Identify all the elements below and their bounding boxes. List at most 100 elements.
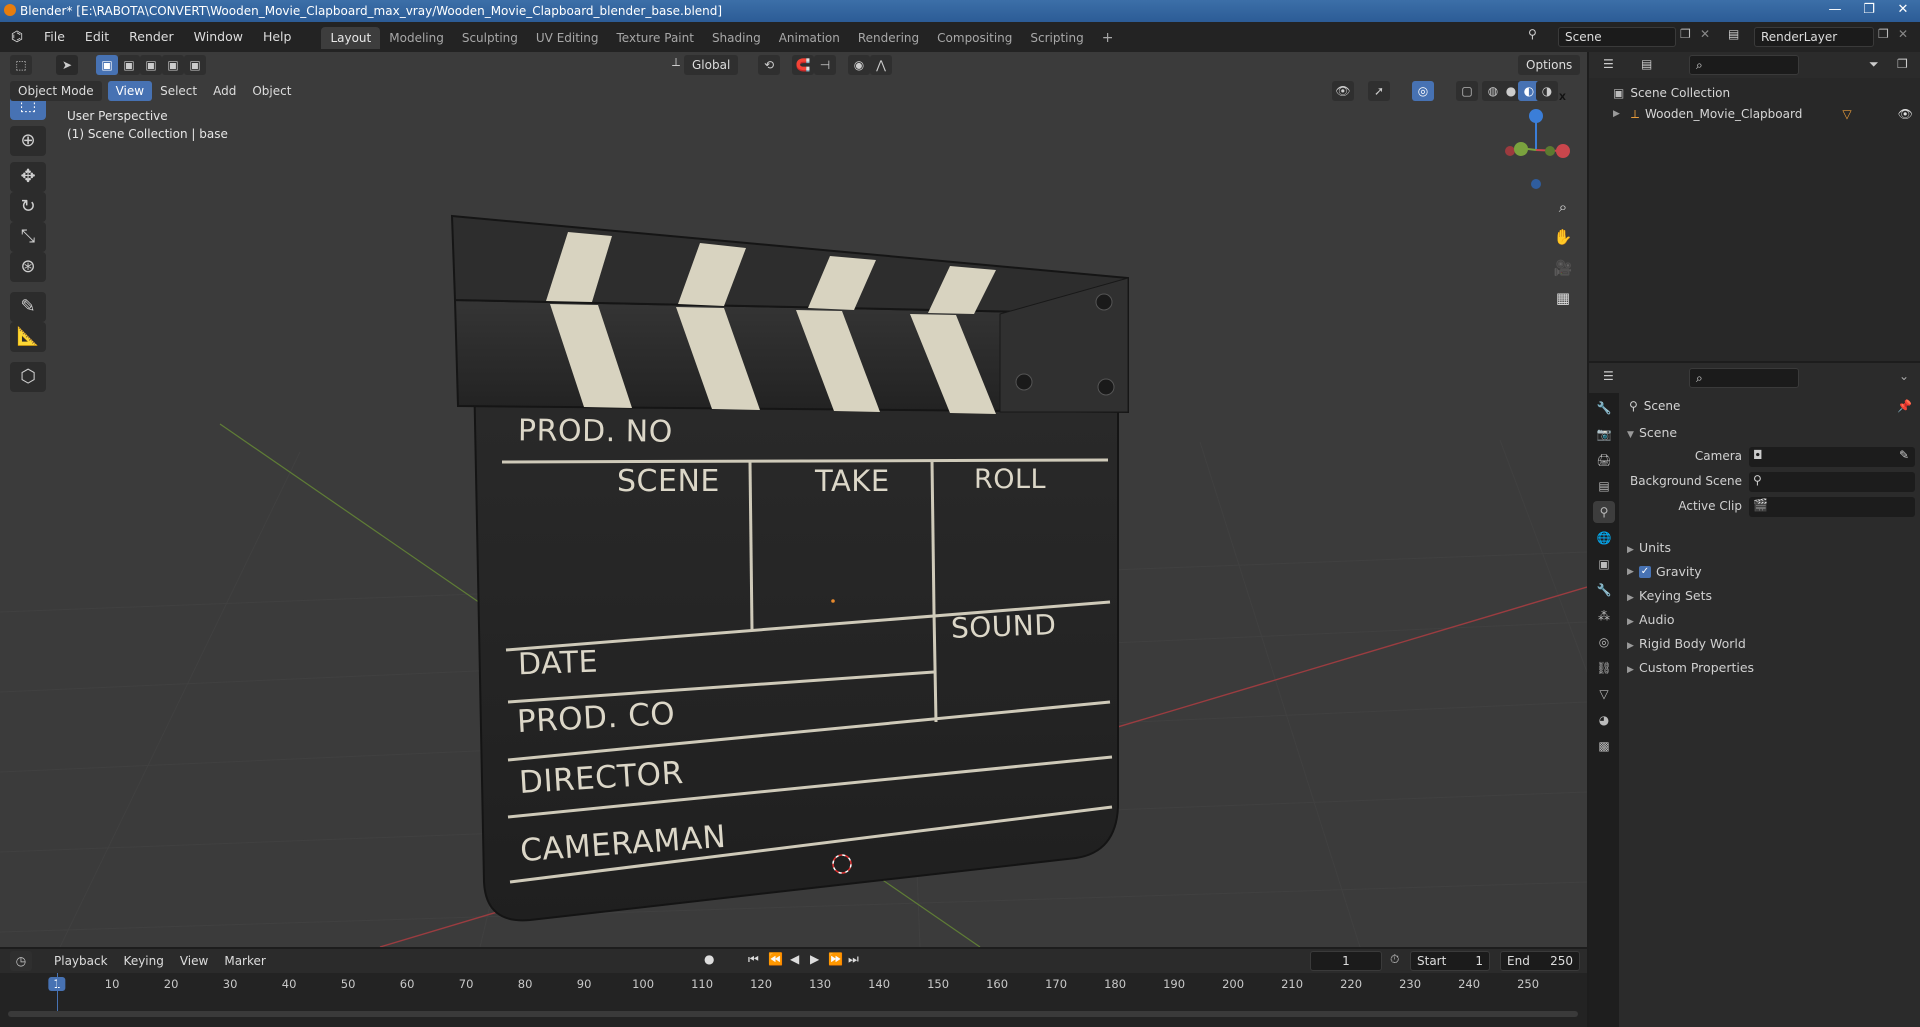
annotate-tool[interactable]: ✎: [10, 292, 46, 322]
record-icon[interactable]: ●: [704, 952, 714, 966]
outliner-editor-icon[interactable]: ☰: [1603, 57, 1614, 71]
new-collection-icon[interactable]: ❐: [1897, 57, 1908, 71]
clock-icon[interactable]: ⏱: [1390, 952, 1399, 967]
eyedropper-icon[interactable]: ✎: [1899, 448, 1909, 462]
gravity-panel-header[interactable]: ▶ ✓ Gravity: [1627, 564, 1702, 579]
keying-sets-panel-header[interactable]: ▶ Keying Sets: [1627, 588, 1712, 603]
data-tab-icon[interactable]: ▽: [1593, 683, 1615, 705]
measure-tool[interactable]: 📐: [10, 322, 46, 352]
new-scene-icon[interactable]: ❐: [1680, 27, 1691, 41]
timeline-editor-icon[interactable]: ◷: [10, 951, 32, 971]
select-subtract-icon[interactable]: ▣: [140, 55, 162, 75]
menu-file[interactable]: File: [34, 22, 75, 52]
select-intersect-icon[interactable]: ▣: [184, 55, 206, 75]
properties-editor-icon[interactable]: ☰: [1603, 369, 1614, 383]
editor-type-icon[interactable]: ⬚: [10, 55, 32, 75]
background-scene-field[interactable]: ⚲: [1749, 472, 1915, 492]
rotate-tool[interactable]: ↻: [10, 192, 46, 222]
proportional-edit-icon[interactable]: ◉: [848, 55, 870, 75]
collapse-icon[interactable]: ⌄: [1899, 369, 1909, 383]
scene-tab-icon[interactable]: ⚲: [1593, 501, 1615, 523]
units-panel-header[interactable]: ▶ Units: [1627, 540, 1671, 555]
menu-window[interactable]: Window: [184, 22, 253, 52]
properties-search-input[interactable]: ⌕: [1689, 368, 1799, 388]
properties-panel[interactable]: ☰ ⌕ ⌄ 🔧 📷 🖨 ▤ ⚲ 🌐 ▣ 🔧 ⁂ ◎ ⛓ ▽ ◕ ▩ ⚲ Scen…: [1589, 363, 1920, 1027]
active-clip-field[interactable]: 🎬: [1749, 497, 1915, 517]
menu-edit[interactable]: Edit: [75, 22, 119, 52]
gravity-checkbox[interactable]: ✓: [1639, 565, 1651, 578]
jump-end-icon[interactable]: ⏭: [848, 952, 859, 967]
delete-layer-icon[interactable]: ✕: [1898, 27, 1908, 41]
timeline-area[interactable]: 1102030405060708090100110120130140150160…: [0, 973, 1587, 1027]
select-menu[interactable]: Select: [152, 81, 205, 101]
scale-tool[interactable]: ⤡: [10, 222, 46, 252]
keying-menu[interactable]: Keying: [116, 951, 172, 971]
select-extend-icon[interactable]: ▣: [118, 55, 140, 75]
gizmo-toggle-icon[interactable]: ➚: [1368, 81, 1390, 101]
tool-tab-icon[interactable]: 🔧: [1593, 397, 1615, 419]
constraints-tab-icon[interactable]: ⛓: [1593, 657, 1615, 679]
tab-uv-editing[interactable]: UV Editing: [527, 27, 608, 49]
object-mode-dropdown[interactable]: Object Mode: [10, 81, 102, 101]
ortho-grid-icon[interactable]: ▦: [1550, 285, 1576, 311]
camera-view-icon[interactable]: 🎥: [1550, 255, 1576, 281]
tab-compositing[interactable]: Compositing: [928, 27, 1021, 49]
tab-modeling[interactable]: Modeling: [380, 27, 453, 49]
add-menu[interactable]: Add: [205, 81, 244, 101]
overlays-icon[interactable]: ◎: [1412, 81, 1434, 101]
world-tab-icon[interactable]: 🌐: [1593, 527, 1615, 549]
select-new-icon[interactable]: ▣: [96, 55, 118, 75]
modifier-tab-icon[interactable]: 🔧: [1593, 579, 1615, 601]
cursor-tool[interactable]: ⊕: [10, 126, 46, 156]
display-mode-icon[interactable]: ▤: [1641, 57, 1652, 71]
view-layer-tab-icon[interactable]: ▤: [1593, 475, 1615, 497]
physics-tab-icon[interactable]: ◎: [1593, 631, 1615, 653]
visibility-icon[interactable]: 👁: [1332, 81, 1354, 101]
add-workspace-button[interactable]: +: [1093, 27, 1123, 49]
close-button[interactable]: ✕: [1886, 0, 1920, 20]
start-frame-field[interactable]: Start 1: [1410, 951, 1490, 971]
pivot-point-icon[interactable]: ⟲: [758, 55, 780, 75]
outliner-search-input[interactable]: ⌕: [1689, 55, 1799, 75]
scene-selector[interactable]: Scene: [1558, 27, 1676, 47]
material-tab-icon[interactable]: ◕: [1593, 709, 1615, 731]
scene-panel-header[interactable]: ▼ Scene: [1627, 425, 1677, 440]
clapboard-model[interactable]: [450, 214, 1129, 922]
object-menu[interactable]: Object: [244, 81, 299, 101]
options-dropdown[interactable]: Options: [1518, 55, 1581, 75]
custom-properties-panel-header[interactable]: ▶ Custom Properties: [1627, 660, 1754, 675]
next-keyframe-icon[interactable]: ⏩: [828, 952, 843, 966]
current-frame-field[interactable]: 1: [1310, 951, 1382, 971]
window-title-bar[interactable]: Blender* [E:\RABOTA\CONVERT\Wooden_Movie…: [0, 0, 1920, 22]
jump-start-icon[interactable]: ⏮: [748, 952, 759, 967]
transform-tool[interactable]: ⊛: [10, 252, 46, 282]
audio-panel-header[interactable]: ▶ Audio: [1627, 612, 1675, 627]
falloff-icon[interactable]: ⋀: [870, 55, 892, 75]
move-tool[interactable]: ✥: [10, 162, 46, 192]
playback-menu[interactable]: Playback: [46, 951, 116, 971]
filter-icon[interactable]: ⏷: [1869, 57, 1879, 72]
maximize-button[interactable]: ❐: [1852, 0, 1886, 20]
tab-scripting[interactable]: Scripting: [1021, 27, 1092, 49]
tab-animation[interactable]: Animation: [770, 27, 849, 49]
outliner-item[interactable]: ▶ ⟂ Wooden_Movie_Clapboard ▽ 👁: [1613, 104, 1913, 124]
outliner-scene-collection[interactable]: ▣ Scene Collection: [1613, 86, 1730, 100]
select-invert-icon[interactable]: ▣: [162, 55, 184, 75]
expand-icon[interactable]: ▶: [1613, 109, 1625, 119]
tab-sculpting[interactable]: Sculpting: [453, 27, 527, 49]
tab-shading[interactable]: Shading: [703, 27, 770, 49]
output-tab-icon[interactable]: 🖨: [1593, 449, 1615, 471]
rendered-shading-icon[interactable]: ◑: [1536, 81, 1558, 101]
3d-viewport[interactable]: Z Y X PROD. NO SCENE TAKE ROLL SOUND DAT…: [0, 52, 1587, 947]
frame-ruler[interactable]: 1102030405060708090100110120130140150160…: [0, 973, 1587, 993]
snap-target-icon[interactable]: ⊣: [814, 55, 836, 75]
tab-rendering[interactable]: Rendering: [849, 27, 928, 49]
tab-layout[interactable]: Layout: [321, 27, 381, 49]
new-layer-icon[interactable]: ❐: [1878, 27, 1889, 41]
pin-icon[interactable]: 📌: [1897, 399, 1912, 413]
blender-menu-icon[interactable]: ⌬: [0, 29, 34, 45]
zoom-icon[interactable]: ⌕: [1550, 194, 1576, 220]
prev-keyframe-icon[interactable]: ⏪: [768, 952, 783, 966]
minimize-button[interactable]: —: [1818, 0, 1852, 20]
render-tab-icon[interactable]: 📷: [1593, 423, 1615, 445]
